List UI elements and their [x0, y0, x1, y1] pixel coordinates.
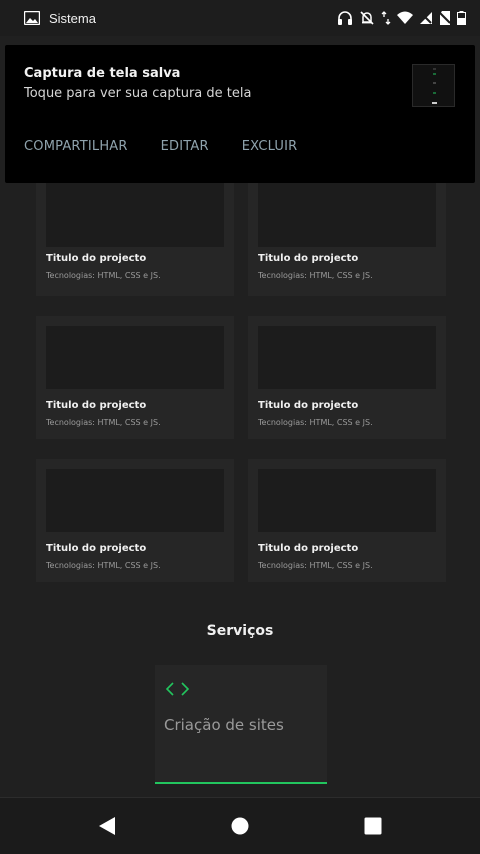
bell-off-icon [360, 11, 374, 25]
project-thumbnail [46, 182, 224, 247]
image-icon [24, 11, 40, 25]
project-thumbnail [258, 326, 436, 389]
project-card[interactable]: Titulo do projecto Tecnologias: HTML, CS… [36, 316, 234, 439]
home-button[interactable] [220, 806, 260, 846]
no-sim-icon [439, 11, 451, 25]
share-button[interactable]: COMPARTILHAR [24, 139, 128, 154]
project-card[interactable]: Titulo do projecto Tecnologias: HTML, CS… [248, 459, 446, 582]
project-title: Titulo do projecto [258, 253, 359, 264]
status-bar: Sistema [0, 0, 480, 36]
services-heading: Serviços [206, 623, 274, 639]
notification-subtitle: Toque para ver sua captura de tela [24, 86, 252, 101]
battery-icon [457, 11, 466, 25]
project-card[interactable]: Titulo do projecto Tecnologias: HTML, CS… [248, 168, 446, 296]
notification-title: Captura de tela salva [24, 66, 181, 81]
home-icon [231, 817, 249, 835]
navigation-bar [0, 797, 480, 854]
project-tech: Tecnologias: HTML, CSS e JS. [46, 271, 161, 280]
project-thumbnail [46, 469, 224, 532]
edit-button[interactable]: EDITAR [161, 139, 209, 154]
project-tech: Tecnologias: HTML, CSS e JS. [46, 561, 161, 570]
recents-button[interactable] [353, 806, 393, 846]
project-thumbnail [258, 469, 436, 532]
screen: Sistema Captura de tela salva Toque para… [0, 0, 480, 854]
no-signal-icon [420, 12, 432, 24]
service-name: Criação de sites [164, 716, 284, 734]
headphones-icon [338, 11, 352, 25]
project-title: Titulo do projecto [46, 400, 147, 411]
project-card[interactable]: Titulo do projecto Tecnologias: HTML, CS… [36, 459, 234, 582]
projects-grid: Titulo do projecto Tecnologias: HTML, CS… [36, 168, 446, 582]
back-button[interactable] [87, 806, 127, 846]
project-tech: Tecnologias: HTML, CSS e JS. [258, 271, 373, 280]
project-card[interactable]: Titulo do projecto Tecnologias: HTML, CS… [248, 316, 446, 439]
notification-actions: COMPARTILHAR EDITAR EXCLUIR [24, 139, 297, 154]
project-title: Titulo do projecto [46, 253, 147, 264]
project-title: Titulo do projecto [258, 400, 359, 411]
recents-icon [364, 817, 382, 835]
delete-button[interactable]: EXCLUIR [242, 139, 298, 154]
project-tech: Tecnologias: HTML, CSS e JS. [258, 418, 373, 427]
project-card[interactable]: Titulo do projecto Tecnologias: HTML, CS… [36, 168, 234, 296]
project-title: Titulo do projecto [46, 543, 147, 554]
back-icon [98, 817, 115, 835]
project-thumbnail [46, 326, 224, 389]
code-icon [165, 682, 190, 696]
project-tech: Tecnologias: HTML, CSS e JS. [258, 561, 373, 570]
status-app-name: Sistema [49, 10, 96, 26]
service-card[interactable]: Criação de sites [155, 665, 327, 784]
project-tech: Tecnologias: HTML, CSS e JS. [46, 418, 161, 427]
screenshot-thumbnail[interactable] [412, 64, 455, 107]
status-icons [337, 11, 466, 25]
project-thumbnail [258, 182, 436, 247]
project-title: Titulo do projecto [258, 543, 359, 554]
wifi-icon [397, 11, 413, 24]
screenshot-notification[interactable]: Captura de tela salva Toque para ver sua… [5, 45, 475, 183]
data-arrows-icon [381, 11, 391, 25]
